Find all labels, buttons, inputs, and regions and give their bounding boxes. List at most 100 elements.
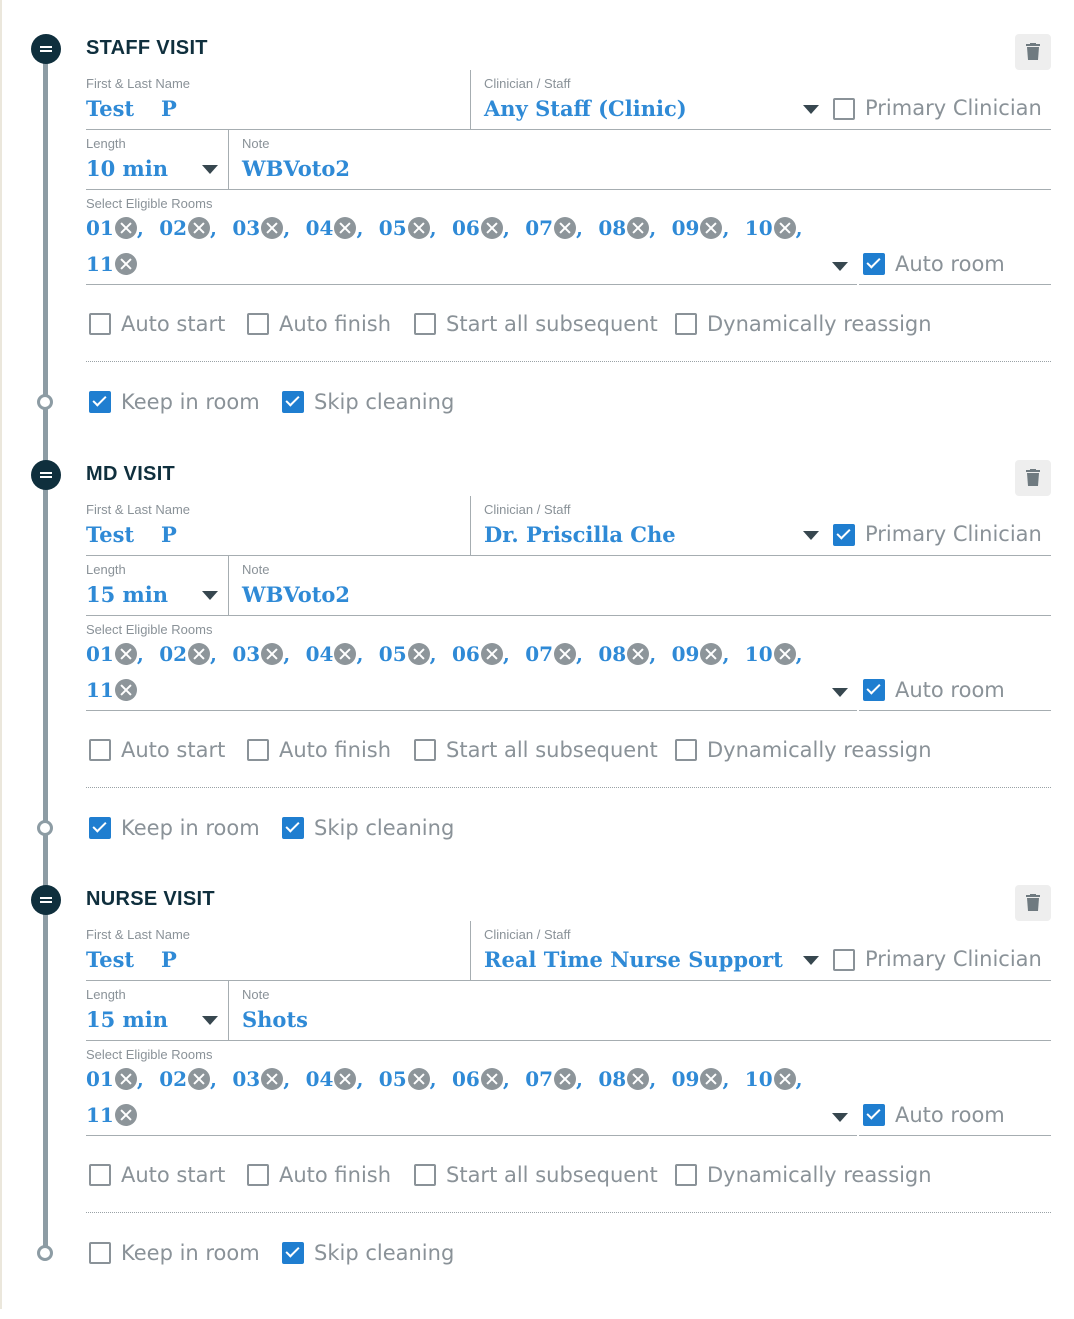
remove-icon[interactable] <box>627 217 650 239</box>
remove-icon[interactable] <box>334 1068 357 1090</box>
drag-handle-icon[interactable] <box>31 460 61 490</box>
auto-finish-label: Auto finish <box>279 738 392 762</box>
remove-icon[interactable] <box>114 253 137 275</box>
auto-start-checkbox[interactable] <box>89 313 111 335</box>
remove-icon[interactable] <box>188 1068 211 1090</box>
remove-icon[interactable] <box>188 643 211 665</box>
last-name-value[interactable]: P <box>161 522 177 547</box>
skip-cleaning-checkbox[interactable] <box>282 1242 304 1264</box>
length-select[interactable]: 10 min <box>86 156 168 181</box>
remove-icon[interactable] <box>480 1068 503 1090</box>
note-input[interactable]: WBVoto2 <box>242 156 350 181</box>
primary-clinician-checkbox[interactable] <box>833 949 855 971</box>
remove-icon[interactable] <box>407 1068 430 1090</box>
remove-icon[interactable] <box>773 217 796 239</box>
remove-icon[interactable] <box>627 1068 650 1090</box>
length-select[interactable]: 15 min <box>86 1007 168 1032</box>
remove-icon[interactable] <box>114 679 137 701</box>
chevron-down-icon[interactable] <box>832 262 848 271</box>
separator: , <box>210 216 217 240</box>
skip-cleaning-checkbox[interactable] <box>282 391 304 413</box>
clinician-select[interactable]: Any Staff (Clinic) <box>484 96 687 121</box>
skip-cleaning-label: Skip cleaning <box>314 816 455 840</box>
start-all-subsequent-checkbox[interactable] <box>414 739 436 761</box>
length-select[interactable]: 15 min <box>86 582 168 607</box>
skip-cleaning-checkbox[interactable] <box>282 817 304 839</box>
remove-icon[interactable] <box>261 217 284 239</box>
clinician-select[interactable]: Real Time Nurse Support <box>484 947 783 972</box>
remove-icon[interactable] <box>114 1068 137 1090</box>
remove-icon[interactable] <box>114 217 137 239</box>
primary-clinician-checkbox[interactable] <box>833 98 855 120</box>
remove-icon[interactable] <box>407 217 430 239</box>
auto-start-checkbox[interactable] <box>89 739 111 761</box>
auto-finish-checkbox[interactable] <box>247 313 269 335</box>
remove-icon[interactable] <box>773 643 796 665</box>
divider <box>86 980 1051 981</box>
drag-handle-icon[interactable] <box>31 34 61 64</box>
remove-icon[interactable] <box>554 217 577 239</box>
clinician-select[interactable]: Dr. Priscilla Che <box>484 522 676 547</box>
keep-in-room-checkbox[interactable] <box>89 1242 111 1264</box>
chevron-down-icon[interactable] <box>202 591 218 600</box>
dynamically-reassign-checkbox[interactable] <box>675 1164 697 1186</box>
auto-start-checkbox[interactable] <box>89 1164 111 1186</box>
keep-in-room-checkbox[interactable] <box>89 391 111 413</box>
chevron-down-icon[interactable] <box>832 688 848 697</box>
delete-button[interactable] <box>1015 460 1051 496</box>
remove-icon[interactable] <box>114 1104 137 1126</box>
first-name-value[interactable]: Test <box>86 522 134 547</box>
keep-in-room-checkbox[interactable] <box>89 817 111 839</box>
primary-clinician-checkbox[interactable] <box>833 524 855 546</box>
remove-icon[interactable] <box>480 643 503 665</box>
first-name-value[interactable]: Test <box>86 947 134 972</box>
remove-icon[interactable] <box>114 643 137 665</box>
chevron-down-icon[interactable] <box>202 1016 218 1025</box>
dotted-divider <box>86 361 1051 362</box>
dynamically-reassign-checkbox[interactable] <box>675 739 697 761</box>
chevron-down-icon[interactable] <box>202 165 218 174</box>
dynamically-reassign-checkbox[interactable] <box>675 313 697 335</box>
delete-button[interactable] <box>1015 885 1051 921</box>
separator: , <box>429 216 437 240</box>
separator: , <box>649 642 657 666</box>
auto-room-checkbox[interactable] <box>863 1104 885 1126</box>
remove-icon[interactable] <box>480 217 503 239</box>
note-input[interactable]: Shots <box>242 1007 308 1032</box>
last-name-value[interactable]: P <box>161 96 177 121</box>
first-name-value[interactable]: Test <box>86 96 134 121</box>
note-input[interactable]: WBVoto2 <box>242 582 350 607</box>
chevron-down-icon[interactable] <box>803 531 819 540</box>
auto-room-checkbox[interactable] <box>863 253 885 275</box>
start-all-subsequent-checkbox[interactable] <box>414 313 436 335</box>
chevron-down-icon[interactable] <box>803 956 819 965</box>
drag-handle-icon[interactable] <box>31 885 61 915</box>
remove-icon[interactable] <box>700 1068 723 1090</box>
remove-icon[interactable] <box>334 217 357 239</box>
remove-icon[interactable] <box>554 1068 577 1090</box>
remove-icon[interactable] <box>407 643 430 665</box>
room-chip: 06, <box>452 1067 510 1091</box>
auto-finish-checkbox[interactable] <box>247 1164 269 1186</box>
start-all-subsequent-checkbox[interactable] <box>414 1164 436 1186</box>
remove-icon[interactable] <box>700 643 723 665</box>
remove-icon[interactable] <box>334 643 357 665</box>
last-name-value[interactable]: P <box>161 947 177 972</box>
room-chip-label: 06 <box>452 216 480 240</box>
divider <box>86 189 1051 190</box>
room-chip: 09, <box>672 1067 730 1091</box>
remove-icon[interactable] <box>554 643 577 665</box>
remove-icon[interactable] <box>261 643 284 665</box>
remove-icon[interactable] <box>261 1068 284 1090</box>
remove-icon[interactable] <box>773 1068 796 1090</box>
remove-icon[interactable] <box>700 217 723 239</box>
delete-button[interactable] <box>1015 34 1051 70</box>
separator: , <box>576 642 583 666</box>
auto-finish-checkbox[interactable] <box>247 739 269 761</box>
remove-icon[interactable] <box>188 217 211 239</box>
auto-room-checkbox[interactable] <box>863 679 885 701</box>
chevron-down-icon[interactable] <box>803 105 819 114</box>
chevron-down-icon[interactable] <box>832 1113 848 1122</box>
rooms-label: Select Eligible Rooms <box>86 622 213 637</box>
remove-icon[interactable] <box>627 643 650 665</box>
